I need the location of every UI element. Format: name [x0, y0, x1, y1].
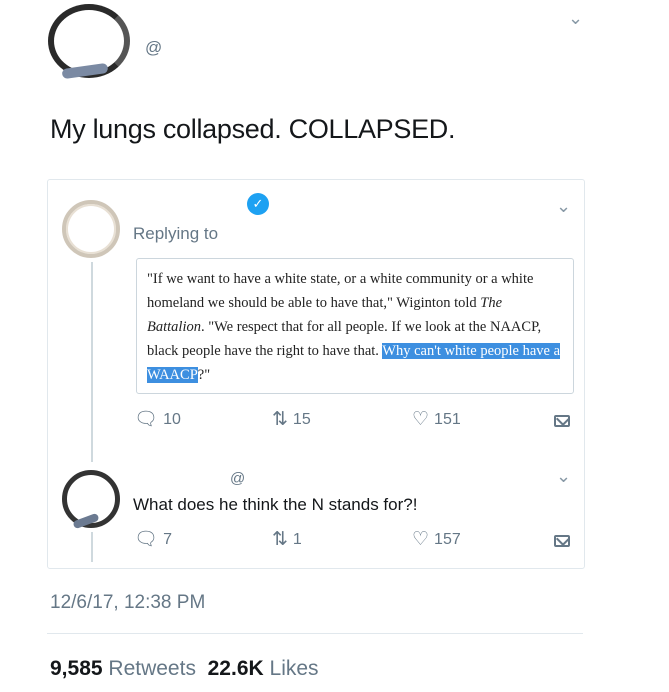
tweet-timestamp[interactable]: 12/6/17, 12:38 PM — [50, 592, 205, 614]
chevron-down-icon[interactable]: ⌄ — [556, 196, 571, 217]
speech-bubble-icon: 🗨︎ — [134, 529, 159, 550]
tweet-text: My lungs collapsed. COLLAPSED. — [50, 114, 456, 144]
like-count: 151 — [434, 410, 461, 428]
envelope-icon — [554, 535, 570, 547]
reply-avatar[interactable] — [62, 200, 120, 258]
reply-text: What does he think the N stands for?! — [133, 495, 418, 514]
likes-stat[interactable]: 22.6K Likes — [208, 657, 319, 680]
engagement-stats: 9,585 Retweets 22.6K Likes — [50, 657, 319, 681]
reply-count: 10 — [163, 410, 181, 428]
heart-icon: ♡ — [412, 529, 430, 550]
direct-message-button[interactable] — [554, 415, 570, 427]
retweet-icon: ⇅ — [272, 529, 288, 550]
retweet-icon: ⇅ — [272, 409, 288, 430]
reply-button[interactable]: 🗨︎ 10 — [134, 410, 181, 429]
envelope-icon — [554, 415, 570, 427]
retweet-button[interactable]: ⇅ 1 — [272, 530, 302, 549]
speech-bubble-icon: 🗨︎ — [134, 409, 159, 430]
retweets-stat[interactable]: 9,585 Retweets — [50, 657, 196, 680]
divider — [47, 633, 583, 634]
author-handle[interactable]: @ — [145, 38, 162, 58]
direct-message-button[interactable] — [554, 535, 570, 547]
reply-handle[interactable]: @ — [230, 470, 245, 487]
avatar[interactable] — [48, 4, 130, 78]
thread-line — [91, 532, 93, 562]
chevron-down-icon[interactable]: ⌄ — [568, 8, 583, 29]
like-button[interactable]: ♡ 157 — [412, 530, 461, 549]
replying-to-label: Replying to — [133, 224, 219, 243]
retweet-button[interactable]: ⇅ 15 — [272, 410, 311, 429]
retweet-count: 15 — [292, 410, 311, 428]
reply-button[interactable]: 🗨︎ 7 — [134, 530, 172, 549]
heart-icon: ♡ — [412, 409, 430, 430]
reply-count: 7 — [163, 530, 173, 548]
reply-avatar[interactable] — [62, 470, 120, 528]
retweet-count: 1 — [292, 530, 302, 548]
quoted-article-image: "If we want to have a white state, or a … — [136, 258, 574, 394]
quote-text: "If we want to have a white state, or a … — [147, 271, 561, 383]
like-button[interactable]: ♡ 151 — [412, 410, 461, 429]
chevron-down-icon[interactable]: ⌄ — [556, 466, 571, 487]
like-count: 157 — [434, 530, 461, 548]
thread-line — [91, 262, 93, 462]
verified-badge-icon: ✓ — [247, 193, 269, 215]
